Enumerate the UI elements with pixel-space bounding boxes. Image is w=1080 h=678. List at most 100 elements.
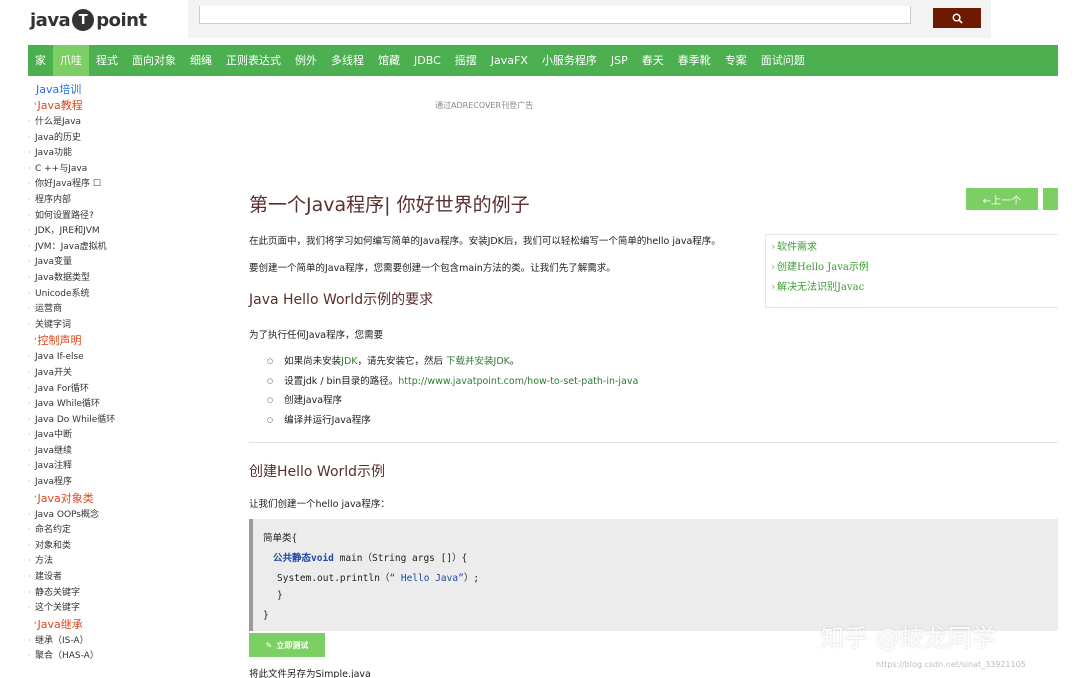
- sidebar-item[interactable]: · 继承（IS-A）: [28, 633, 208, 649]
- page-title: 第一个Java程序| 你好世界的例子: [249, 194, 530, 216]
- sidebar-item[interactable]: · Java If-else: [28, 349, 208, 365]
- code-line: 公共静态void main（String args []）{: [273, 553, 468, 564]
- nav-item-oops[interactable]: 面向对象: [125, 45, 183, 76]
- try-now-button[interactable]: ✎ 立即测试: [249, 633, 325, 657]
- sidebar-section-title[interactable]: Java教程: [34, 97, 208, 114]
- nav-item-projects[interactable]: 专案: [718, 45, 754, 76]
- sidebar-item[interactable]: · Java的历史: [28, 130, 208, 146]
- sidebar-item[interactable]: · Java OOPs概念: [28, 507, 208, 523]
- sidebar-item[interactable]: · 什么是Java: [28, 114, 208, 130]
- sidebar-section-title[interactable]: Java对象类: [34, 490, 208, 507]
- toc-item[interactable]: 解决无法识别Javac: [766, 278, 1058, 298]
- sidebar-item[interactable]: · 方法: [28, 553, 208, 569]
- nav-item-spring-boot[interactable]: 春季靴: [671, 45, 718, 76]
- bullet-icon: ·: [28, 540, 31, 550]
- sidebar-section-title[interactable]: Java继承: [34, 616, 208, 633]
- sidebar-item[interactable]: · 程序内部: [28, 192, 208, 208]
- code-keyword: 公共静态void: [273, 553, 334, 564]
- bullet-icon: ·: [28, 572, 31, 582]
- sidebar-item[interactable]: · Java注释: [28, 458, 208, 474]
- nav-item-exception[interactable]: 例外: [288, 45, 324, 76]
- bullet-icon: ·: [28, 319, 31, 329]
- nav-item-javafx[interactable]: JavaFX: [484, 45, 535, 76]
- nav-item-swing[interactable]: 摇摆: [448, 45, 484, 76]
- code-line: }: [263, 610, 269, 621]
- bullet-icon: ·: [28, 226, 31, 236]
- nav-item-string[interactable]: 细绳: [183, 45, 219, 76]
- nav-item-home[interactable]: 家: [28, 45, 53, 76]
- nav-item-java[interactable]: 爪哇: [53, 45, 89, 76]
- sidebar-item[interactable]: · 静态关键字: [28, 585, 208, 601]
- download-jdk-link[interactable]: 下载并安装JDK: [446, 356, 510, 367]
- ad-notice[interactable]: 通过ADRECOVER刊登广告: [435, 100, 533, 111]
- sidebar-item[interactable]: · 如何设置路径?: [28, 208, 208, 224]
- nav-item-jdbc[interactable]: JDBC: [407, 45, 448, 76]
- search-icon: [952, 13, 963, 24]
- nav-item-multithreading[interactable]: 多线程: [324, 45, 371, 76]
- prev-button[interactable]: ←上一个: [966, 188, 1038, 210]
- sidebar-item[interactable]: · 对象和类: [28, 538, 208, 554]
- sidebar-item[interactable]: · JDK，JRE和JVM: [28, 223, 208, 239]
- bullet-icon: ·: [28, 163, 31, 173]
- nav-item-regex[interactable]: 正则表达式: [219, 45, 288, 76]
- sidebar: Java培训 Java教程 ·什么是Java ·Java的历史 ·Java功能 …: [28, 78, 208, 678]
- sidebar-section-title[interactable]: 控制声明: [34, 332, 208, 349]
- nav-item-programs[interactable]: 程式: [89, 45, 125, 76]
- sidebar-item[interactable]: · Java For循环: [28, 381, 208, 397]
- sidebar-item[interactable]: · Java While循环: [28, 396, 208, 412]
- next-button[interactable]: [1043, 188, 1058, 210]
- bullet-icon: ·: [28, 179, 31, 189]
- sidebar-top-link[interactable]: Java培训: [36, 81, 208, 97]
- nav-item-collections[interactable]: 馆藏: [371, 45, 407, 76]
- sidebar-item[interactable]: · 建设者: [28, 569, 208, 585]
- sidebar-item[interactable]: · Java变量: [28, 254, 208, 270]
- sidebar-item[interactable]: · Java继续: [28, 443, 208, 459]
- set-path-link[interactable]: http://www.javatpoint.com/how-to-set-pat…: [398, 376, 638, 387]
- logo-badge: T: [72, 9, 95, 31]
- javatpoint-logo[interactable]: java T point: [30, 6, 147, 34]
- bullet-icon: ·: [28, 383, 31, 393]
- jdk-link[interactable]: JDK: [341, 356, 357, 367]
- sidebar-item[interactable]: · Java Do While循环: [28, 412, 208, 428]
- toc-item[interactable]: 创建Hello Java示例: [766, 258, 1058, 278]
- sidebar-item[interactable]: · 这个关键字: [28, 600, 208, 616]
- bullet-icon: ·: [28, 556, 31, 566]
- nav-item-spring[interactable]: 春天: [635, 45, 671, 76]
- bullet-icon: ·: [28, 525, 31, 535]
- code-line: System.out.println（“ Hello Java”）;: [277, 573, 480, 584]
- intro-paragraph: 要创建一个简单的Java程序，您需要创建一个包含main方法的类。让我们先了解需…: [249, 263, 616, 274]
- sidebar-item[interactable]: · C ++与Java: [28, 161, 208, 177]
- sidebar-item[interactable]: · 关键字词: [28, 317, 208, 333]
- bullet-icon: ·: [28, 288, 31, 298]
- sidebar-item[interactable]: · Java中断: [28, 427, 208, 443]
- sidebar-item[interactable]: · Java程序: [28, 474, 208, 490]
- sidebar-item[interactable]: · Java功能: [28, 145, 208, 161]
- bullet-icon: ·: [28, 603, 31, 613]
- toc-item[interactable]: 软件需求: [766, 238, 1058, 258]
- sidebar-item[interactable]: · JVM：Java虚拟机: [28, 239, 208, 255]
- sidebar-item[interactable]: · 聚合（HAS-A）: [28, 648, 208, 664]
- nav-item-servlet[interactable]: 小服务程序: [535, 45, 604, 76]
- sidebar-item[interactable]: · Java开关: [28, 365, 208, 381]
- sidebar-item[interactable]: · Java数据类型: [28, 270, 208, 286]
- sidebar-item[interactable]: · 命名约定: [28, 522, 208, 538]
- bullet-icon: ·: [28, 635, 31, 645]
- search-input[interactable]: [199, 6, 911, 24]
- csdn-watermark: https://blog.csdn.net/sinat_33921105: [876, 660, 1026, 669]
- bullet-icon: ·: [28, 352, 31, 362]
- sidebar-item[interactable]: · 你好Java程序 ☐: [28, 176, 208, 192]
- nav-item-jsp[interactable]: JSP: [604, 45, 635, 76]
- edit-icon: ✎: [265, 640, 273, 650]
- sidebar-item[interactable]: · Unicode系统: [28, 286, 208, 302]
- bullet-icon: ·: [28, 132, 31, 142]
- bullet-icon: ·: [28, 210, 31, 220]
- sidebar-item[interactable]: · 运营商: [28, 301, 208, 317]
- main-nav: 家 爪哇 程式 面向对象 细绳 正则表达式 例外 多线程 馆藏 JDBC 摇摆 …: [28, 45, 1058, 76]
- nav-item-interview[interactable]: 面试问题: [754, 45, 812, 76]
- main-content: 通过ADRECOVER刊登广告 第一个Java程序| 你好世界的例子 ←上一个 …: [237, 86, 1058, 678]
- bullet-icon: ·: [28, 651, 31, 661]
- search-button[interactable]: [933, 8, 981, 28]
- code-block[interactable]: 简单类{ 公共静态void main（String args []）{ Syst…: [249, 519, 1058, 631]
- bullet-icon: ·: [28, 117, 31, 126]
- bullet-icon: ·: [28, 430, 31, 440]
